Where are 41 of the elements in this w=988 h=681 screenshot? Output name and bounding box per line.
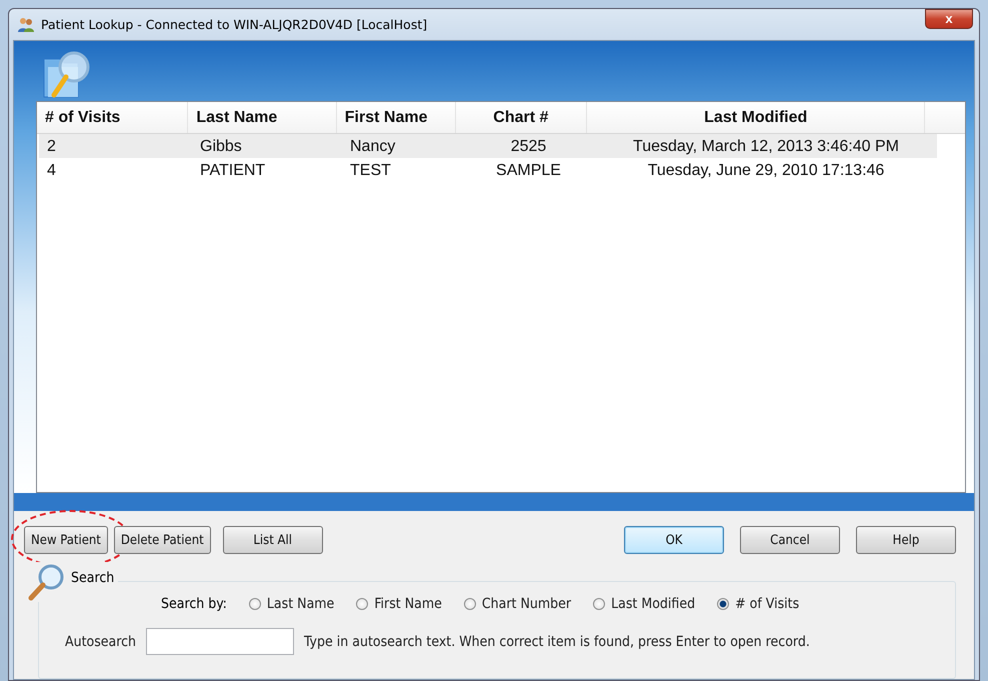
table-cell-text: SAMPLE bbox=[495, 161, 562, 181]
close-button[interactable]: x bbox=[925, 8, 973, 28]
table-cell-text: 2 bbox=[46, 137, 57, 157]
radio-button[interactable] bbox=[356, 598, 368, 610]
radio-button[interactable] bbox=[593, 598, 606, 610]
column-header[interactable]: # of Visits bbox=[37, 102, 188, 133]
dialog-button[interactable]: OK bbox=[624, 526, 724, 554]
table-cell-text: TEST bbox=[349, 161, 392, 181]
hint-text: Type in autosearch text. When correct item is found, press Enter to open record. bbox=[304, 634, 810, 650]
radio-label: # of Visits bbox=[735, 596, 800, 612]
radio-label: Chart Number bbox=[482, 596, 572, 612]
radio-label: Last Name bbox=[266, 596, 334, 612]
action-button[interactable]: New Patient bbox=[24, 526, 108, 554]
column-header[interactable]: First Name bbox=[336, 102, 456, 133]
table-row[interactable]: 2 Gibbs Nancy 2525 Tuesday, March 12, 2013 3:46:40 PM bbox=[39, 134, 937, 158]
column-header[interactable]: Last Name bbox=[188, 102, 337, 133]
radio-button[interactable] bbox=[248, 598, 261, 610]
column-header[interactable]: Chart # bbox=[456, 102, 588, 133]
radio-button[interactable] bbox=[717, 598, 730, 610]
radio-label: Last Modified bbox=[611, 596, 696, 612]
window-title: Patient Lookup - Connected to WIN-ALJQR2D0V4D [LocalHost] bbox=[41, 17, 428, 32]
action-button[interactable]: List All bbox=[222, 526, 323, 554]
table-cell-text: 2525 bbox=[510, 137, 548, 157]
table-cell-text: Gibbs bbox=[199, 137, 243, 157]
table-cell-text: Nancy bbox=[349, 137, 396, 157]
dialog-button[interactable]: Help bbox=[856, 526, 956, 554]
people-icon bbox=[17, 16, 35, 32]
table-cell-text: Tuesday, March 12, 2013 3:46:40 PM bbox=[632, 137, 900, 157]
table-cell-text: 4 bbox=[46, 161, 57, 181]
action-button[interactable]: Delete Patient bbox=[114, 526, 211, 554]
table-row[interactable]: 4 PATIENT TEST SAMPLE Tuesday, June 29, 2010 17:13:46 bbox=[39, 158, 965, 182]
table-cell-text: PATIENT bbox=[199, 161, 266, 181]
radio-label: First Name bbox=[374, 596, 442, 612]
radio-button[interactable] bbox=[464, 598, 476, 610]
autosearch-field[interactable] bbox=[146, 628, 294, 655]
search-by-label: Search by: bbox=[161, 596, 227, 612]
column-header[interactable]: Last Modified bbox=[587, 102, 926, 133]
autosearch-label: Autosearch bbox=[65, 634, 136, 650]
group-title: Search bbox=[71, 570, 114, 586]
dialog-button[interactable]: Cancel bbox=[740, 526, 840, 554]
table-cell-text: Tuesday, June 29, 2010 17:13:46 bbox=[646, 161, 886, 181]
